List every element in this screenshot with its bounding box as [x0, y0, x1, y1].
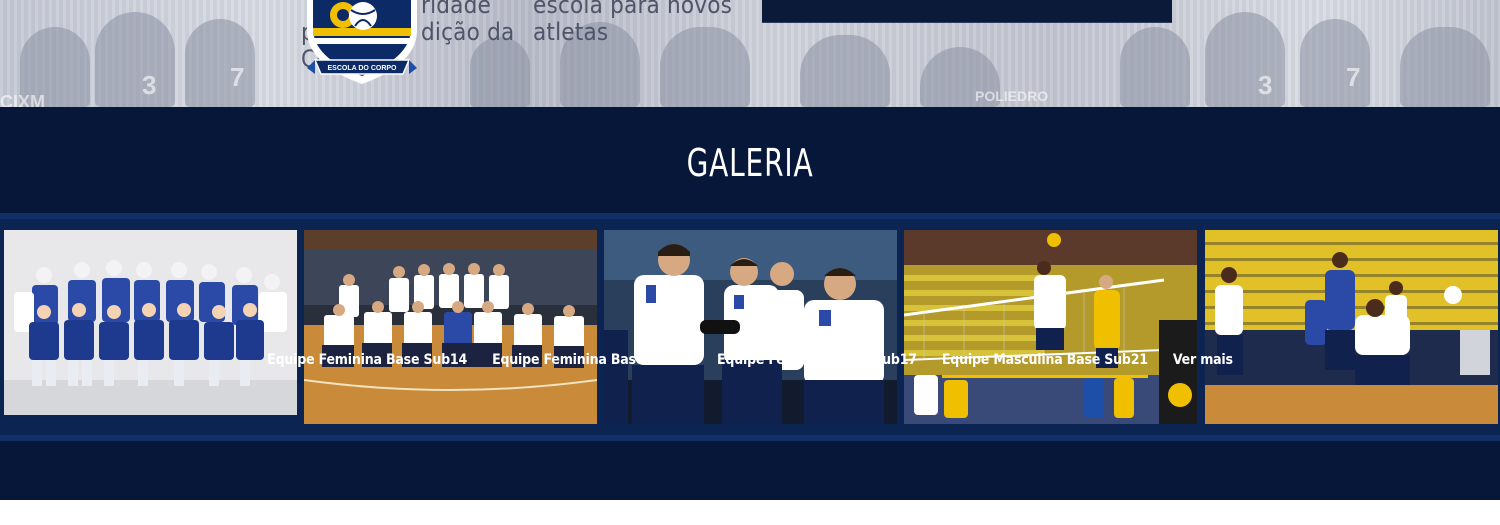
player-silhouette: [1205, 12, 1285, 107]
hero-dark-panel: [762, 0, 1172, 23]
volleyball-icon: [349, 2, 377, 30]
jersey-number: 3: [1258, 70, 1273, 100]
badge-label: ESCOLA DO CORPO: [328, 65, 398, 72]
player-silhouette: [185, 19, 255, 107]
school-badge-logo[interactable]: ESCOLA DO CORPO: [303, 0, 421, 94]
tab-feminina-sub15[interactable]: Equipe Feminina Base Sub15: [492, 352, 692, 378]
hero-banner: 3 7 3 7 CIXM POLIEDRO x p Co ridade diçã…: [0, 0, 1500, 107]
gallery-photo-team-studio[interactable]: [4, 230, 297, 415]
tab-feminina-sub14[interactable]: Equipe Feminina Base Sub14: [267, 352, 467, 378]
player-silhouette: [95, 12, 175, 107]
gallery-photo-players-huddle[interactable]: [604, 230, 897, 424]
gallery-photo-team-court[interactable]: [304, 230, 597, 424]
sponsor-text: CIXM: [0, 92, 45, 107]
player-silhouette: [800, 35, 890, 107]
jersey-number: 7: [230, 62, 245, 92]
gallery-photo-match-attack[interactable]: [904, 230, 1197, 424]
sponsor-text: POLIEDRO: [975, 88, 1049, 104]
tab-masculina-sub21[interactable]: Equipe Masculina Base Sub21: [941, 352, 1148, 378]
gallery-tabs: Equipe Feminina Base Sub14 Equipe Femini…: [0, 352, 1500, 382]
hero-text-col2: ridade dição da: [421, 0, 515, 46]
tab-feminina-sub17[interactable]: Equipe Feminina Base Sub17: [717, 352, 917, 378]
player-silhouette: [1120, 27, 1190, 107]
gallery-photo-match-dig[interactable]: [1205, 230, 1498, 424]
player-silhouette: [470, 37, 530, 107]
player-silhouette: [1400, 27, 1490, 107]
jersey-number: 3: [142, 70, 157, 100]
gallery-title: GALERIA: [686, 141, 814, 185]
jersey-number: 7: [1346, 62, 1361, 92]
tab-ver-mais[interactable]: Ver mais: [1173, 352, 1233, 378]
hero-text-col3: escola para novos atletas: [533, 0, 733, 46]
